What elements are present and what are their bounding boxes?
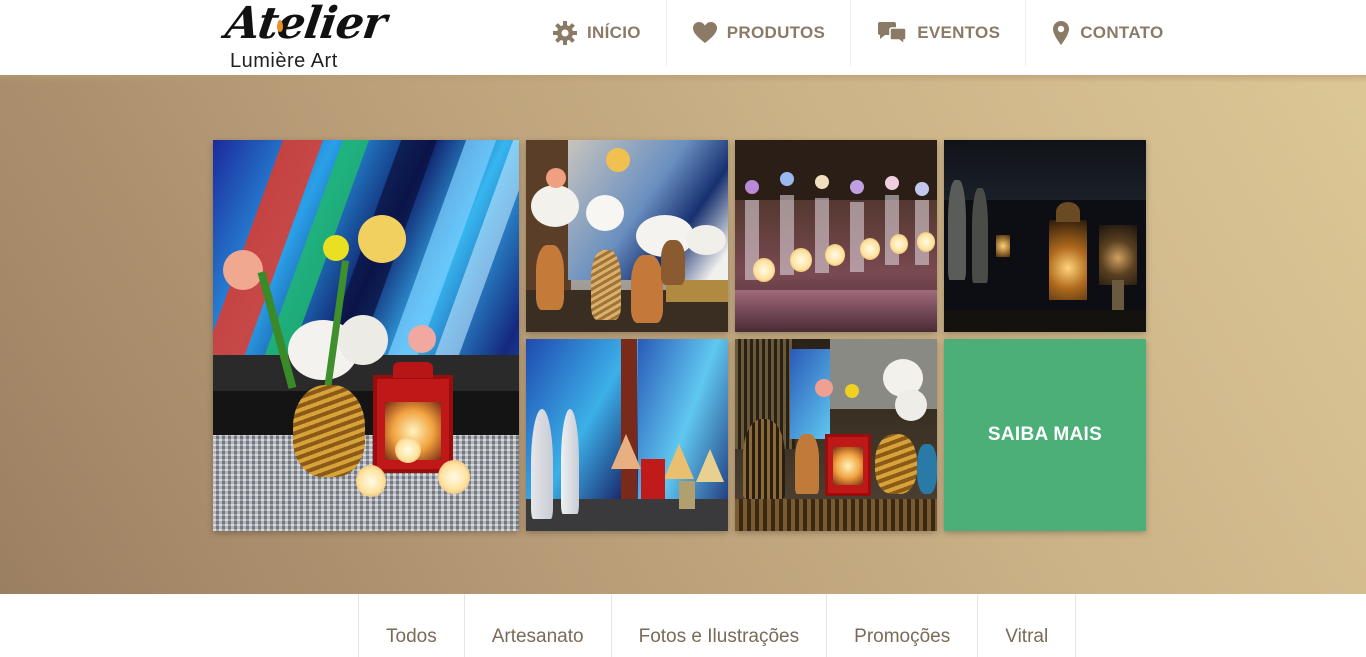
- category-filter-bar: Todos Artesanato Fotos e Ilustrações Pro…: [0, 594, 1366, 657]
- bottles-cones-image: [526, 339, 728, 531]
- candle-row-image: [735, 140, 937, 332]
- nav-item-eventos[interactable]: EVENTOS: [850, 0, 1025, 66]
- nav-label: EVENTOS: [917, 23, 1001, 42]
- category-artesanato[interactable]: Artesanato: [465, 594, 612, 657]
- gallery-photo-featured[interactable]: [213, 140, 519, 531]
- nav-label: CONTATO: [1080, 23, 1164, 42]
- category-promocoes[interactable]: Promoções: [827, 594, 979, 657]
- gallery-photo-orchid-vases[interactable]: [526, 140, 728, 332]
- category-fotos-ilustracoes[interactable]: Fotos e Ilustrações: [612, 594, 828, 657]
- site-header: Atelier Lumière Art INÍCIO PRODUTOS EVEN…: [0, 0, 1366, 75]
- featured-photo-image: [213, 140, 519, 531]
- nav-item-contato[interactable]: CONTATO: [1025, 0, 1188, 66]
- gallery-photo-candle-row[interactable]: [735, 140, 937, 332]
- nav-label: INÍCIO: [587, 23, 641, 42]
- header-shadow: [0, 75, 1366, 83]
- chat-bubbles-icon: [876, 20, 908, 46]
- nav-label: PRODUTOS: [726, 23, 826, 42]
- heart-icon: [692, 20, 718, 46]
- category-vitral[interactable]: Vitral: [978, 594, 1077, 657]
- brand-logo[interactable]: Atelier Lumière Art: [222, 0, 388, 72]
- nav-item-produtos[interactable]: PRODUTOS: [665, 0, 850, 66]
- category-list: Todos Artesanato Fotos e Ilustrações Pro…: [358, 594, 1077, 657]
- nav-item-inicio[interactable]: INÍCIO: [527, 0, 666, 66]
- gallery-photo-bottles-cones[interactable]: [526, 339, 728, 531]
- dark-lanterns-image: [944, 140, 1146, 332]
- orchid-vases-image: [526, 140, 728, 332]
- lanterns-vases-image: [735, 339, 937, 531]
- logo-flame-icon: [277, 20, 283, 32]
- saiba-mais-button[interactable]: SAIBA MAIS: [944, 339, 1146, 531]
- map-pin-icon: [1051, 20, 1071, 46]
- logo-subtitle: Lumière Art: [230, 50, 338, 72]
- saiba-mais-label: SAIBA MAIS: [987, 424, 1103, 445]
- gallery-photo-dark-lanterns[interactable]: [944, 140, 1146, 332]
- gear-icon: [552, 20, 578, 46]
- category-todos[interactable]: Todos: [359, 594, 465, 657]
- gallery-photo-lanterns-vases[interactable]: [735, 339, 937, 531]
- main-nav: INÍCIO PRODUTOS EVENTOS CONTATO: [527, 0, 1189, 66]
- logo-script-text: Atelier: [222, 0, 389, 49]
